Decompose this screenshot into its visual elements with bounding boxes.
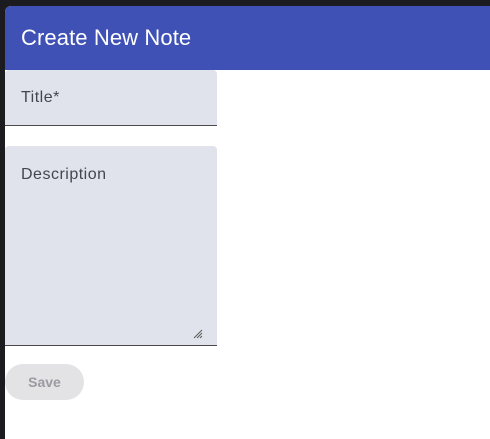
description-field-label: Description (21, 166, 107, 183)
title-input[interactable]: Title* (5, 70, 217, 126)
dialog-title: Create New Note (21, 25, 192, 50)
description-textarea[interactable]: Description (5, 146, 217, 346)
create-note-dialog: Create New Note Title* Description Save (5, 6, 490, 439)
save-button[interactable]: Save (5, 364, 84, 400)
title-field-label: Title* (21, 89, 60, 106)
dialog-header: Create New Note (5, 6, 490, 70)
resize-handle-icon[interactable] (193, 329, 203, 339)
